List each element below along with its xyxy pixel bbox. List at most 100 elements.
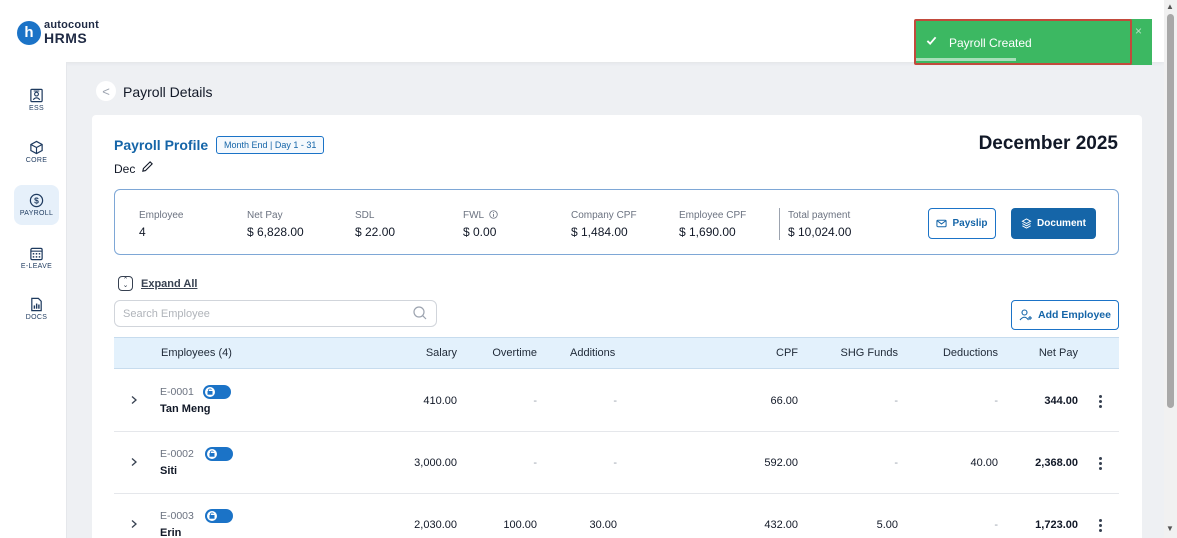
sidebar-item-label: CORE	[25, 157, 48, 164]
summary-employee: Employee 4	[139, 210, 184, 239]
back-button[interactable]: <	[96, 81, 116, 101]
sidebar-item-ess[interactable]: ESS	[14, 80, 59, 120]
net-pay-cell: 1,723.00	[1035, 519, 1078, 531]
sidebar-item-label: PAYROLL	[19, 210, 54, 217]
summary-fwl: FWL $ 0.00	[463, 210, 498, 239]
salary-cell: 3,000.00	[414, 457, 457, 469]
table-row[interactable]: E-0003 Erin 2,030.00 100.00 30.00 432.00…	[114, 494, 1119, 538]
column-header-overtime[interactable]: Overtime	[477, 347, 537, 359]
payroll-summary: Employee 4 Net Pay $ 6,828.00 SDL $ 22.0…	[114, 189, 1119, 255]
overtime-cell: -	[533, 395, 537, 407]
shg-cell: -	[894, 395, 898, 407]
sidebar-item-label: ESS	[29, 105, 44, 112]
payroll-month-title: December 2025	[978, 133, 1118, 154]
period-badge: Month End | Day 1 - 31	[216, 136, 325, 154]
scroll-up-icon[interactable]: ▲	[1166, 2, 1174, 11]
row-more-icon[interactable]	[1099, 519, 1103, 534]
document-stack-icon	[1021, 218, 1032, 229]
overtime-cell: 100.00	[503, 519, 537, 531]
summary-company-cpf: Company CPF $ 1,484.00	[571, 210, 637, 239]
employee-code: E-0001	[160, 386, 194, 398]
expand-all-label: Expand All	[141, 277, 198, 290]
shg-cell: -	[894, 457, 898, 469]
toast-close-icon[interactable]: ×	[1135, 24, 1142, 38]
cpf-cell: 66.00	[770, 395, 798, 407]
sidebar-item-e-leave[interactable]: E-LEAVE	[14, 238, 59, 278]
scroll-down-icon[interactable]: ▼	[1166, 524, 1174, 533]
success-toast[interactable]: Payroll Created	[914, 19, 1132, 65]
sidebar-item-docs[interactable]: DOCS	[14, 289, 59, 329]
additions-cell: -	[613, 395, 617, 407]
net-pay-cell: 2,368.00	[1035, 457, 1078, 469]
add-user-icon	[1019, 309, 1033, 321]
sidebar-item-label: E-LEAVE	[20, 263, 53, 270]
add-employee-button[interactable]: Add Employee	[1011, 300, 1119, 330]
employee-name[interactable]: Siti	[160, 465, 177, 477]
chevron-right-icon[interactable]	[129, 519, 139, 529]
column-header-employees[interactable]: Employees (4)	[161, 347, 232, 359]
calendar-icon	[30, 247, 43, 261]
column-header-cpf[interactable]: CPF	[738, 347, 798, 359]
summary-sdl: SDL $ 22.00	[355, 210, 396, 239]
expand-collapse-icon: ⌃ ⌄	[118, 276, 133, 291]
toast-message: Payroll Created	[949, 36, 1032, 50]
employee-name[interactable]: Tan Meng	[160, 403, 211, 415]
employee-name[interactable]: Erin	[160, 527, 181, 538]
core-icon	[30, 140, 43, 155]
lock-toggle[interactable]	[205, 447, 233, 461]
additions-cell: 30.00	[589, 519, 617, 531]
svg-text:$: $	[34, 196, 39, 206]
column-header-shg-funds[interactable]: SHG Funds	[808, 347, 898, 359]
expand-all-button[interactable]: ⌃ ⌄ Expand All	[118, 276, 197, 291]
page-title: Payroll Details	[123, 84, 213, 100]
docs-icon	[31, 297, 42, 312]
column-header-additions[interactable]: Additions	[570, 347, 615, 359]
sidebar-item-payroll[interactable]: $ PAYROLL	[14, 185, 59, 225]
table-header: Employees (4) Salary Overtime Additions …	[114, 337, 1119, 369]
column-header-salary[interactable]: Salary	[397, 347, 457, 359]
sidebar-item-core[interactable]: CORE	[14, 132, 59, 172]
salary-cell: 410.00	[423, 395, 457, 407]
summary-employee-cpf: Employee CPF $ 1,690.00	[679, 210, 747, 239]
salary-cell: 2,030.00	[414, 519, 457, 531]
table-row[interactable]: E-0002 Siti 3,000.00 - - 592.00 - 40.00 …	[114, 432, 1119, 494]
document-button[interactable]: Document	[1011, 208, 1096, 239]
row-more-icon[interactable]	[1099, 457, 1103, 472]
lock-toggle[interactable]	[203, 385, 231, 399]
payroll-card: Payroll Profile Month End | Day 1 - 31 D…	[92, 115, 1142, 538]
lock-toggle[interactable]	[205, 509, 233, 523]
deductions-cell: -	[994, 519, 998, 531]
deductions-cell: -	[994, 395, 998, 407]
unlock-icon	[209, 450, 215, 457]
column-header-deductions[interactable]: Deductions	[908, 347, 998, 359]
toast-progress-bar	[916, 58, 1016, 61]
table-row[interactable]: E-0001 Tan Meng 410.00 - - 66.00 - - 344…	[114, 370, 1119, 432]
sidebar: ESS CORE $ PAYROLL E-LEAVE DOCS	[0, 62, 67, 538]
search-employee-input[interactable]	[114, 300, 437, 327]
page-scrollbar[interactable]: ▲ ▼	[1164, 0, 1177, 538]
logo-text-bottom: HRMS	[44, 30, 88, 46]
net-pay-cell: 344.00	[1044, 395, 1078, 407]
app-logo[interactable]: h autocount HRMS	[17, 20, 99, 45]
scrollbar-thumb[interactable]	[1167, 14, 1174, 408]
overtime-cell: -	[533, 457, 537, 469]
employee-code: E-0003	[160, 510, 194, 522]
chevron-right-icon[interactable]	[129, 457, 139, 467]
summary-divider	[779, 208, 780, 240]
column-header-net-pay[interactable]: Net Pay	[1018, 347, 1078, 359]
chevron-right-icon[interactable]	[129, 395, 139, 405]
mail-icon	[936, 219, 948, 228]
deductions-cell: 40.00	[970, 457, 998, 469]
employee-code: E-0002	[160, 448, 194, 460]
payroll-icon: $	[29, 193, 44, 208]
check-icon	[926, 36, 937, 46]
search-icon[interactable]	[412, 305, 428, 321]
row-more-icon[interactable]	[1099, 395, 1103, 410]
edit-pencil-icon[interactable]	[141, 160, 154, 173]
ess-icon	[30, 88, 43, 103]
payslip-button[interactable]: Payslip	[928, 208, 996, 239]
info-icon[interactable]	[488, 210, 498, 219]
period-name: Dec	[114, 162, 136, 176]
unlock-icon	[207, 388, 213, 395]
sidebar-item-label: DOCS	[25, 314, 48, 321]
